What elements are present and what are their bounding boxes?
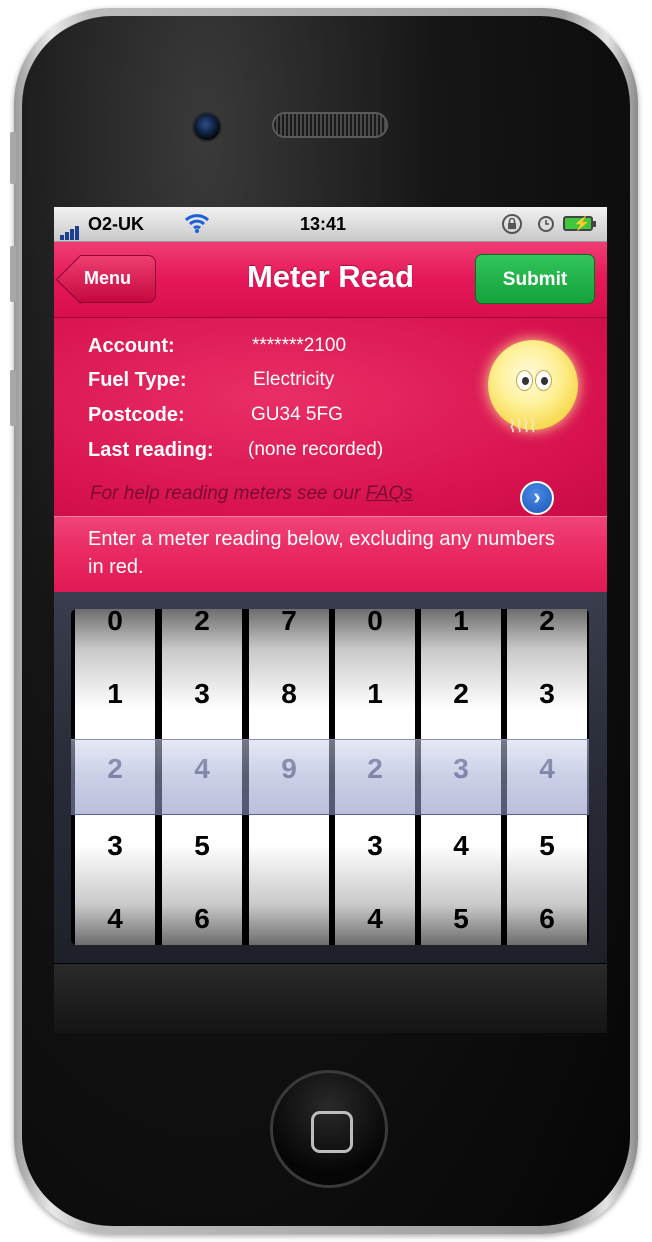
picker-digit: 4	[367, 903, 383, 934]
navigation-bar: Menu Meter Read Submit	[54, 242, 607, 318]
mute-switch	[10, 132, 16, 184]
last-reading-value: (none recorded)	[248, 439, 384, 460]
picker-digit: 3	[367, 830, 383, 861]
front-camera	[192, 112, 222, 142]
earpiece-speaker	[272, 112, 388, 138]
bottom-toolbar-area	[54, 964, 607, 1033]
picker-digit: 3	[107, 830, 123, 861]
account-label: Account:	[88, 335, 175, 357]
picker-digit: 0	[107, 609, 123, 636]
menu-label: Menu	[84, 268, 131, 288]
rotation-lock-icon	[500, 213, 524, 240]
faqs-link[interactable]: FAQs	[366, 483, 413, 504]
status-bar: O2-UK 13:41 ⚡	[54, 207, 607, 242]
home-square-icon	[311, 1111, 353, 1153]
meter-reading-picker: 0123423456789012341234523456	[54, 592, 607, 963]
signal-icon	[60, 219, 80, 240]
help-prefix: For help reading meters see our	[90, 483, 366, 504]
picker-digit: 5	[194, 830, 210, 861]
picker-digit: 4	[107, 903, 123, 934]
battery-charging-icon: ⚡	[563, 215, 596, 231]
carrier-name: O2-UK	[88, 214, 145, 234]
mascot-right-eye	[535, 370, 552, 391]
postcode-value: GU34 5FG	[251, 404, 343, 425]
instruction-text: Enter a meter reading below, excluding a…	[88, 528, 555, 578]
mascot-left-eye	[516, 370, 533, 391]
volume-up-button	[10, 246, 16, 302]
instruction-banner: Enter a meter reading below, excluding a…	[54, 516, 607, 592]
picker-digit: 2	[194, 609, 210, 636]
picker-digit: 6	[539, 903, 555, 934]
picker-digit: 1	[367, 678, 383, 709]
home-button[interactable]	[270, 1070, 388, 1188]
mascot-icon: ⌇⌇⌇⌇	[488, 340, 578, 436]
picker-digit: 4	[453, 830, 469, 861]
disclosure-arrow-icon[interactable]: ›	[520, 481, 554, 515]
picker-digit: 0	[367, 609, 383, 636]
account-info-panel: Account: *******2100 Fuel Type: Electric…	[54, 318, 607, 516]
alarm-icon	[537, 215, 555, 238]
last-reading-label: Last reading:	[88, 439, 214, 461]
picker-digit: 3	[194, 678, 210, 709]
picker-digit: 1	[453, 609, 469, 636]
picker-digit: 2	[453, 678, 469, 709]
picker-digit: 3	[539, 678, 555, 709]
wifi-icon	[184, 212, 210, 239]
help-text: For help reading meters see our FAQs	[90, 483, 413, 505]
picker-digit: 8	[281, 678, 297, 709]
fuel-type-value: Electricity	[253, 369, 335, 390]
volume-down-button	[10, 370, 16, 426]
account-value: *******2100	[252, 335, 347, 356]
mascot-legs: ⌇⌇⌇⌇	[508, 416, 537, 436]
picker-selection-bar	[71, 739, 589, 815]
clock: 13:41	[300, 214, 347, 234]
screen: O2-UK 13:41 ⚡ Menu Meter Read Submit Acc…	[54, 207, 607, 1033]
picker-digit: 7	[281, 609, 297, 636]
picker-digit: 2	[539, 609, 555, 636]
picker-wheels: 0123423456789012341234523456	[71, 609, 589, 945]
picker-digit: 5	[453, 903, 469, 934]
submit-button[interactable]: Submit	[475, 254, 595, 304]
picker-digit: 6	[194, 903, 210, 934]
fuel-type-label: Fuel Type:	[88, 369, 187, 391]
postcode-label: Postcode:	[88, 404, 185, 426]
picker-digit: 1	[107, 678, 123, 709]
picker-digit: 5	[539, 830, 555, 861]
